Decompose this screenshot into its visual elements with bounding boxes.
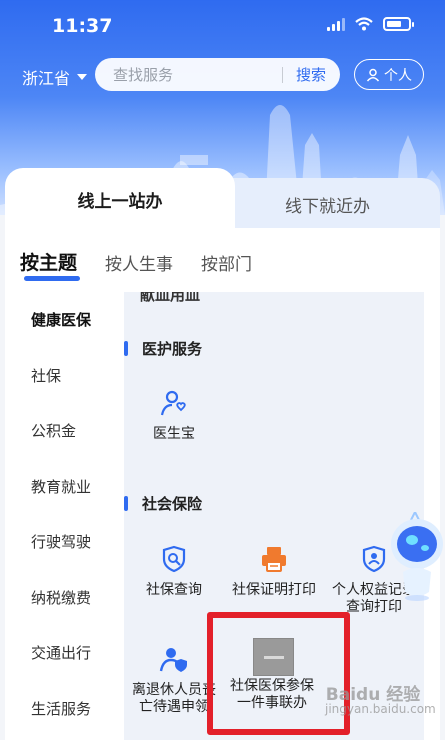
watermark: Baidu 经验 jingyan.baidu.com: [325, 685, 436, 717]
service-label-line2: 亡待遇申领: [139, 699, 209, 715]
category-education[interactable]: 教育就业: [17, 459, 124, 515]
section-marker: [124, 341, 128, 356]
personal-label: 个人: [384, 67, 412, 84]
service-label: 医生宝: [153, 426, 195, 442]
personal-button[interactable]: 个人: [354, 59, 424, 90]
subtab-by-theme[interactable]: 按主题: [20, 248, 81, 281]
section-marker: [124, 496, 128, 511]
category-housing-fund[interactable]: 公积金: [17, 403, 124, 459]
person-icon: [366, 68, 380, 82]
search-button[interactable]: 搜索: [296, 64, 326, 85]
wifi-icon: [355, 17, 373, 31]
doctor-icon: [160, 390, 186, 416]
service-social-security-query[interactable]: 社保查询: [124, 544, 224, 599]
tab-online-label: 线上一站办: [77, 191, 163, 212]
caret-down-icon: [77, 74, 88, 80]
category-social-security[interactable]: 社保: [17, 348, 124, 404]
person-shield-icon: [159, 648, 187, 672]
category-health[interactable]: 健康医保: [17, 292, 124, 348]
subtab-by-life-event[interactable]: 按人生事: [105, 250, 173, 275]
robot-assistant-icon[interactable]: [385, 512, 445, 602]
status-bar: 11:37: [0, 0, 445, 52]
battery-icon: [383, 17, 414, 31]
service-label: 社保证明打印: [232, 582, 316, 598]
section-title-medical: 医护服务: [142, 340, 203, 358]
cellular-signal-icon: [327, 17, 345, 31]
service-certificate-print[interactable]: 社保证明打印: [224, 544, 324, 599]
sub-tabs: 按主题 按人生事 按部门: [20, 248, 252, 281]
category-tax[interactable]: 纳税缴费: [17, 570, 124, 626]
category-driving[interactable]: 行驶驾驶: [17, 514, 124, 570]
region-label: 浙江省: [22, 69, 71, 88]
search-divider: [281, 66, 283, 83]
red-highlight-box: [207, 612, 350, 735]
service-label: 社保查询: [146, 582, 202, 598]
section-title-blood: 献血用血: [140, 292, 201, 304]
region-selector[interactable]: 浙江省: [22, 65, 88, 89]
tab-offline-label: 线下就近办: [285, 196, 370, 217]
service-doctor-bao[interactable]: 医生宝: [124, 388, 224, 443]
section-title-social-insurance: 社会保险: [142, 495, 203, 513]
tab-online[interactable]: 线上一站办: [5, 168, 235, 230]
printer-icon: [262, 547, 286, 572]
status-icons: [327, 17, 414, 31]
category-transport[interactable]: 交通出行: [17, 625, 124, 681]
tab-offline[interactable]: 线下就近办: [215, 178, 440, 230]
category-nav: 健康医保 社保 公积金 教育就业 行驶驾驶 纳税缴费 交通出行 生活服务: [17, 292, 124, 740]
status-time: 11:37: [52, 15, 113, 37]
search-input[interactable]: 查找服务: [113, 64, 282, 85]
service-label-line1: 离退休人员丧: [132, 682, 216, 698]
subtab-by-department[interactable]: 按部门: [201, 250, 252, 275]
category-life-services[interactable]: 生活服务: [17, 681, 124, 737]
shield-search-icon: [162, 545, 186, 573]
section-social-insurance: 社会保险: [124, 493, 202, 514]
watermark-url: jingyan.baidu.com: [325, 702, 436, 716]
section-medical: 医护服务: [124, 338, 202, 359]
search-bar[interactable]: 查找服务 搜索: [95, 58, 340, 91]
watermark-logo: Baidu 经验: [325, 685, 421, 705]
